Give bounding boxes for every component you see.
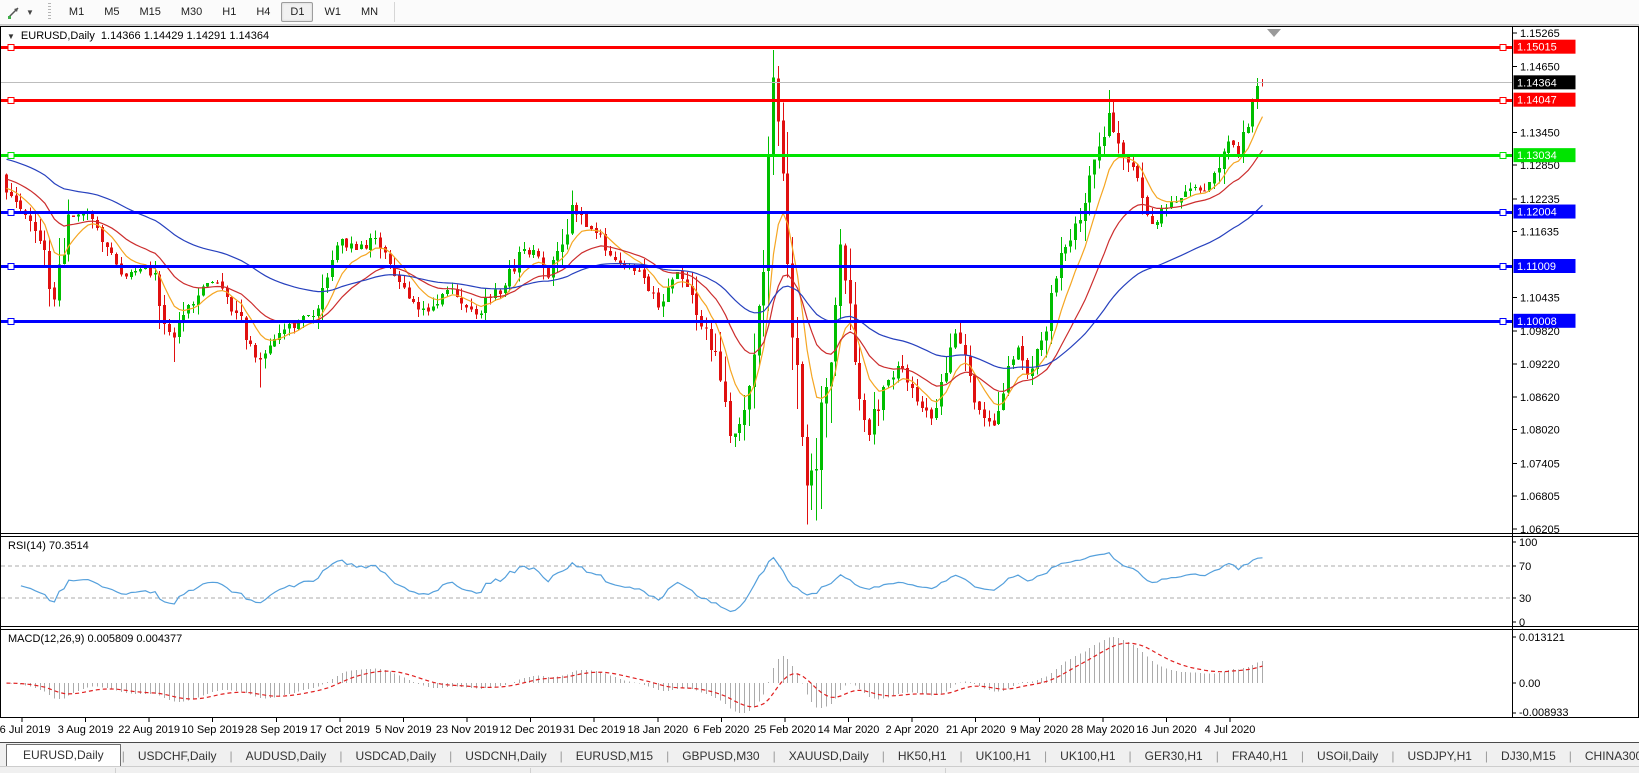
svg-text:1.12235: 1.12235: [1520, 194, 1560, 206]
svg-text:21 Apr 2020: 21 Apr 2020: [946, 724, 1005, 736]
svg-text:70: 70: [1519, 561, 1531, 573]
chart-tab-eurusd-m15[interactable]: EURUSD,M15: [564, 746, 665, 767]
svg-text:1.13450: 1.13450: [1520, 127, 1560, 139]
chart-canvas[interactable]: 0.0131210.00-0.0089331.152651.146501.134…: [0, 0, 1639, 742]
mt4-window: ▼ M1 M5 M15 M30 H1 H4 D1 W1 MN 0.013121 0.00 -0.00…: [0, 0, 1639, 773]
chart-tab-fra40-h1[interactable]: FRA40,H1: [1220, 746, 1300, 767]
hline-handle[interactable]: [1499, 318, 1507, 325]
chart-tab-china300-h4[interactable]: CHINA300,H4: [1573, 746, 1639, 767]
chart-tab-usoil-daily[interactable]: USOil,Daily: [1305, 746, 1390, 767]
hline-handle[interactable]: [7, 318, 15, 325]
svg-text:5 Nov 2019: 5 Nov 2019: [375, 724, 431, 736]
chart-tab-eurusd-daily[interactable]: EURUSD,Daily: [6, 744, 121, 767]
svg-text:1.08020: 1.08020: [1520, 425, 1560, 437]
ohlc-values: 1.14366 1.14429 1.14291 1.14364: [100, 30, 270, 42]
hline-handle[interactable]: [7, 97, 15, 104]
chart-tab-ger30-h1[interactable]: GER30,H1: [1133, 746, 1215, 767]
svg-text:1.14047: 1.14047: [1517, 95, 1557, 107]
svg-text:1.13034: 1.13034: [1517, 150, 1557, 162]
svg-text:100: 100: [1519, 537, 1537, 549]
chart-tab-hk50-h1[interactable]: HK50,H1: [886, 746, 959, 767]
svg-text:1.07405: 1.07405: [1520, 458, 1560, 470]
chart-tab-usdchf-daily[interactable]: USDCHF,Daily: [126, 746, 229, 767]
svg-text:1.09820: 1.09820: [1520, 326, 1560, 338]
svg-text:1.06805: 1.06805: [1520, 491, 1560, 503]
chart-tab-bar: EURUSD,Daily | USDCHF,Daily | AUDUSD,Daily | U…: [0, 742, 1639, 767]
symbol-timeframe-label: EURUSD,Daily: [20, 30, 95, 42]
svg-text:1.11635: 1.11635: [1520, 227, 1559, 239]
svg-text:0: 0: [1519, 617, 1525, 629]
svg-text:3 Aug 2019: 3 Aug 2019: [58, 724, 114, 736]
hline-handle[interactable]: [1499, 44, 1507, 51]
chart-tab-usdcad-daily[interactable]: USDCAD,Daily: [343, 746, 448, 767]
hline-handle[interactable]: [1499, 152, 1507, 159]
svg-text:6 Feb 2020: 6 Feb 2020: [694, 724, 750, 736]
svg-text:10 Sep 2019: 10 Sep 2019: [182, 724, 244, 736]
hline-handle[interactable]: [7, 209, 15, 216]
chart-tab-dj30-m15[interactable]: DJ30,M15: [1489, 746, 1568, 767]
hline-handle[interactable]: [1499, 209, 1507, 216]
svg-text:2 Apr 2020: 2 Apr 2020: [886, 724, 939, 736]
hline-handle[interactable]: [7, 152, 15, 159]
svg-text:23 Nov 2019: 23 Nov 2019: [436, 724, 498, 736]
svg-text:25 Feb 2020: 25 Feb 2020: [754, 724, 816, 736]
svg-text:14 Mar 2020: 14 Mar 2020: [818, 724, 880, 736]
svg-text:16 Jun 2020: 16 Jun 2020: [1136, 724, 1197, 736]
svg-text:1.08620: 1.08620: [1520, 392, 1560, 404]
status-strip: [0, 766, 1639, 773]
chart-tab-gbpusd-m30[interactable]: GBPUSD,M30: [670, 746, 771, 767]
svg-text:22 Aug 2019: 22 Aug 2019: [118, 724, 180, 736]
svg-text:0.013121: 0.013121: [1519, 632, 1565, 644]
chart-tab-xauusd-daily[interactable]: XAUUSD,Daily: [777, 746, 881, 767]
svg-text:0.00: 0.00: [1519, 678, 1540, 690]
hline-handle[interactable]: [1499, 97, 1507, 104]
svg-text:28 May 2020: 28 May 2020: [1071, 724, 1135, 736]
hline-handle[interactable]: [7, 263, 15, 270]
chart-tab-uk100-h1[interactable]: UK100,H1: [1048, 746, 1127, 767]
macd-indicator-label: MACD(12,26,9) 0.005809 0.004377: [8, 633, 183, 645]
chart-tabs: EURUSD,Daily | USDCHF,Daily | AUDUSD,Daily | U…: [0, 744, 1639, 767]
svg-text:1.14364: 1.14364: [1517, 77, 1557, 89]
chart-tab-usdjpy-h1[interactable]: USDJPY,H1: [1395, 746, 1483, 767]
svg-text:1.15015: 1.15015: [1517, 42, 1557, 54]
hline-handle[interactable]: [7, 44, 15, 51]
svg-text:28 Sep 2019: 28 Sep 2019: [245, 724, 307, 736]
svg-text:31 Dec 2019: 31 Dec 2019: [563, 724, 625, 736]
svg-text:1.10008: 1.10008: [1517, 316, 1557, 328]
chart-tab-usdcnh-daily[interactable]: USDCNH,Daily: [453, 746, 558, 767]
svg-text:4 Jul 2020: 4 Jul 2020: [1205, 724, 1256, 736]
chart-tab-audusd-daily[interactable]: AUDUSD,Daily: [234, 746, 339, 767]
svg-text:17 Oct 2019: 17 Oct 2019: [310, 724, 370, 736]
rsi-indicator-label: RSI(14) 70.3514: [8, 540, 89, 552]
svg-text:9 May 2020: 9 May 2020: [1011, 724, 1068, 736]
svg-text:1.12004: 1.12004: [1517, 207, 1557, 219]
symbol-dropdown-icon[interactable]: ▼: [7, 32, 15, 41]
svg-text:18 Jan 2020: 18 Jan 2020: [628, 724, 689, 736]
svg-text:12 Dec 2019: 12 Dec 2019: [499, 724, 561, 736]
svg-text:1.06205: 1.06205: [1520, 524, 1560, 536]
hline-handle[interactable]: [1499, 263, 1507, 270]
svg-text:16 Jul 2019: 16 Jul 2019: [0, 724, 50, 736]
svg-text:1.11009: 1.11009: [1517, 261, 1556, 273]
svg-text:1.09220: 1.09220: [1520, 359, 1560, 371]
svg-text:1.10435: 1.10435: [1520, 292, 1560, 304]
svg-text:1.14650: 1.14650: [1520, 62, 1560, 74]
chart-tab-uk100-h1[interactable]: UK100,H1: [964, 746, 1043, 767]
svg-text:30: 30: [1519, 593, 1531, 605]
chart-symbol-header: ▼ EURUSD,Daily 1.14366 1.14429 1.14291 1…: [7, 30, 269, 42]
svg-text:1.15265: 1.15265: [1520, 28, 1560, 40]
